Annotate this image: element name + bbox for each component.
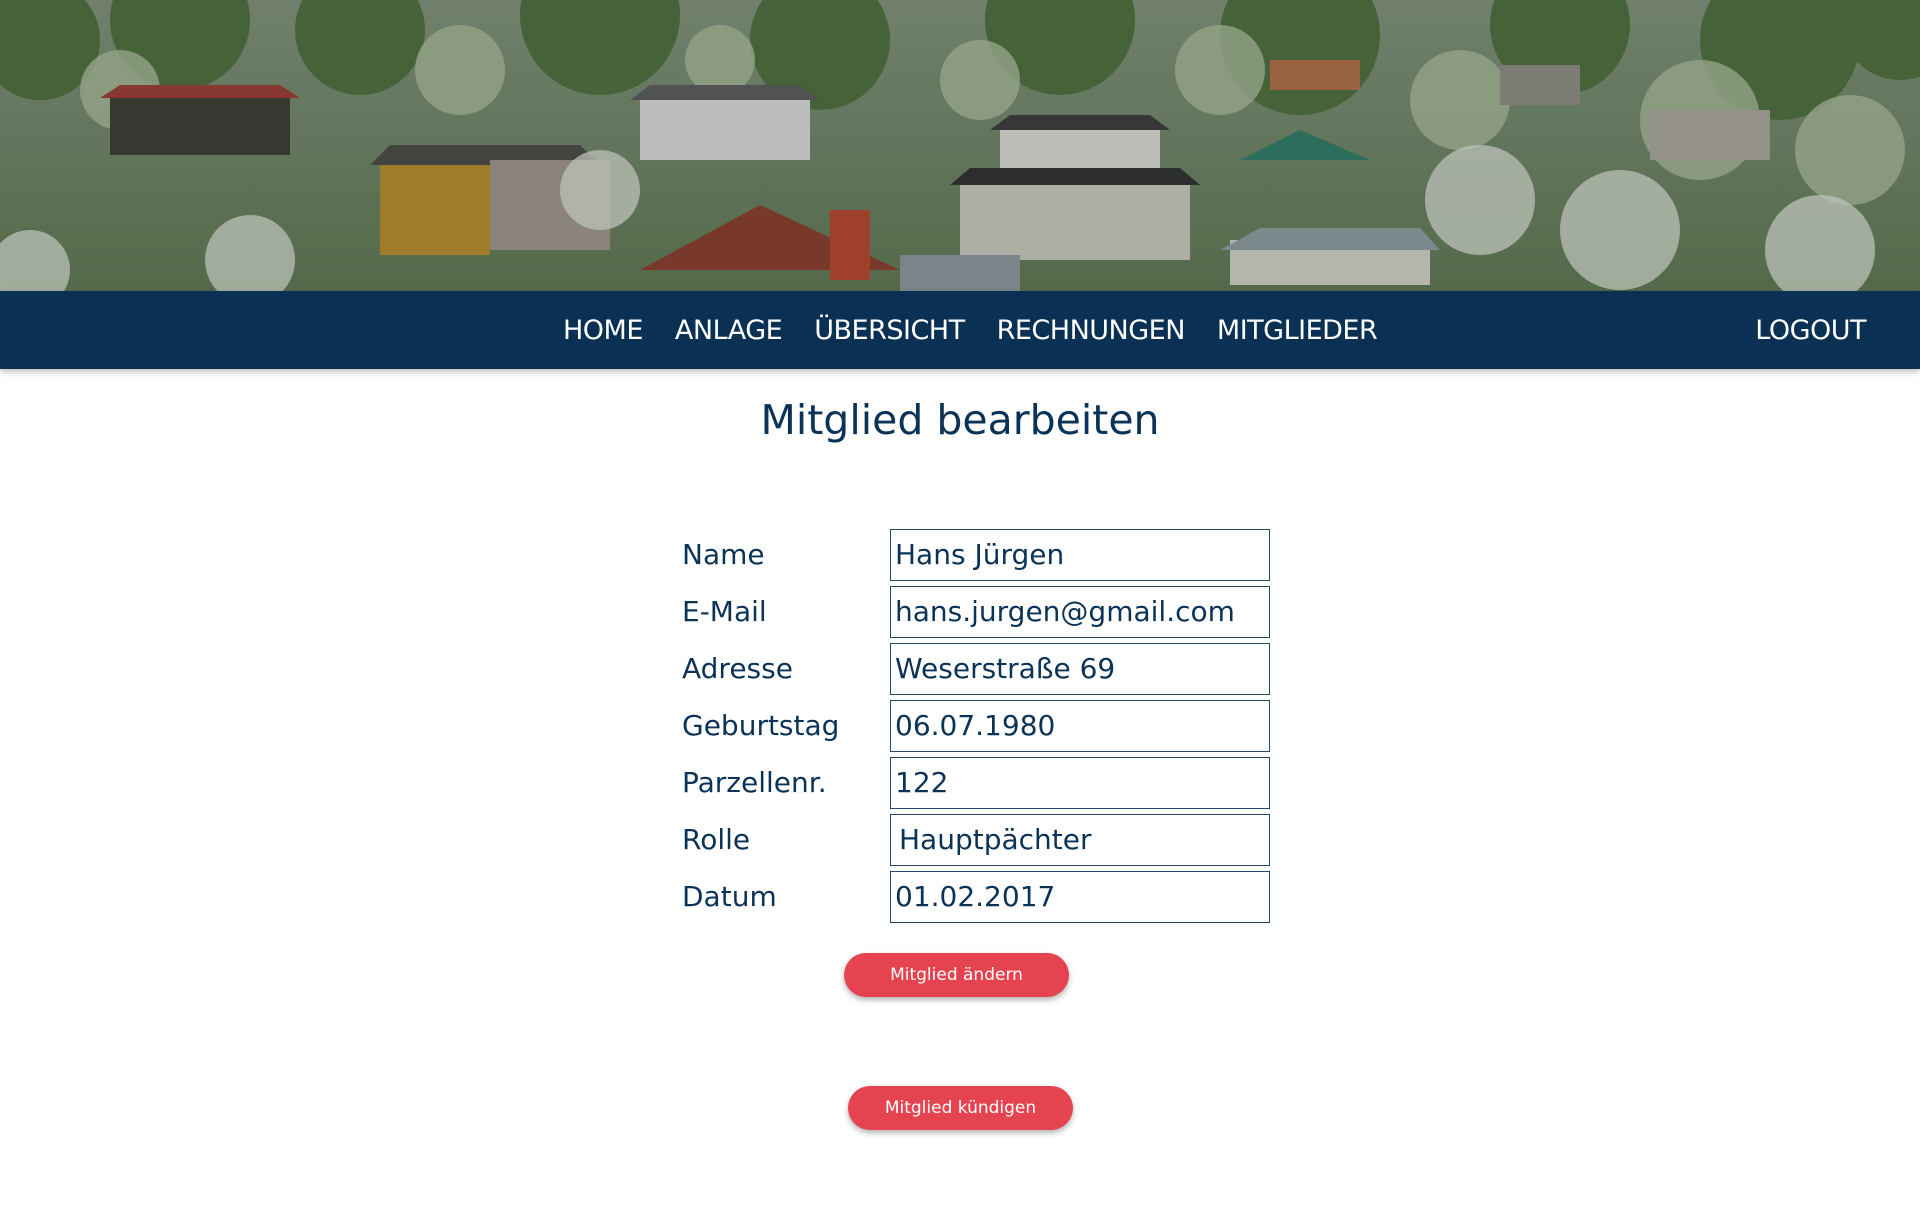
role-label: Rolle	[682, 823, 751, 856]
name-label: Name	[682, 538, 765, 571]
nav-mitglieder[interactable]: MITGLIEDER	[1217, 315, 1378, 346]
nav-home[interactable]: HOME	[563, 315, 643, 346]
nav-links: HOME ANLAGE ÜBERSICHT RECHNUNGEN MITGLIE…	[547, 291, 1393, 369]
plot-number-label: Parzellenr.	[682, 766, 827, 799]
nav-anlage[interactable]: ANLAGE	[675, 315, 783, 346]
form-row-birthday: Geburtstag	[682, 697, 1272, 754]
main-navbar: HOME ANLAGE ÜBERSICHT RECHNUNGEN MITGLIE…	[0, 291, 1920, 369]
logout-link[interactable]: LOGOUT	[1755, 291, 1866, 369]
change-member-button[interactable]: Mitglied ändern	[844, 953, 1069, 997]
date-input[interactable]	[890, 870, 1270, 923]
address-label: Adresse	[682, 652, 793, 685]
hero-banner-image	[0, 0, 1920, 291]
nav-uebersicht[interactable]: ÜBERSICHT	[814, 315, 965, 346]
name-input[interactable]	[890, 528, 1270, 581]
terminate-member-button[interactable]: Mitglied kündigen	[848, 1086, 1073, 1130]
email-label: E-Mail	[682, 595, 767, 628]
birthday-input[interactable]	[890, 699, 1270, 752]
page-title: Mitglied bearbeiten	[760, 396, 1160, 444]
form-row-date: Datum	[682, 868, 1272, 925]
date-label: Datum	[682, 880, 777, 913]
form-row-address: Adresse	[682, 640, 1272, 697]
role-input[interactable]	[890, 813, 1270, 866]
email-input[interactable]	[890, 585, 1270, 638]
nav-rechnungen[interactable]: RECHNUNGEN	[997, 315, 1186, 346]
form-row-role: Rolle	[682, 811, 1272, 868]
address-input[interactable]	[890, 642, 1270, 695]
form-row-plot-number: Parzellenr.	[682, 754, 1272, 811]
form-row-name: Name	[682, 526, 1272, 583]
form-row-email: E-Mail	[682, 583, 1272, 640]
member-edit-form: Name E-Mail Adresse Geburtstag Parzellen…	[682, 526, 1272, 925]
birthday-label: Geburtstag	[682, 709, 840, 742]
plot-number-input[interactable]	[890, 756, 1270, 809]
